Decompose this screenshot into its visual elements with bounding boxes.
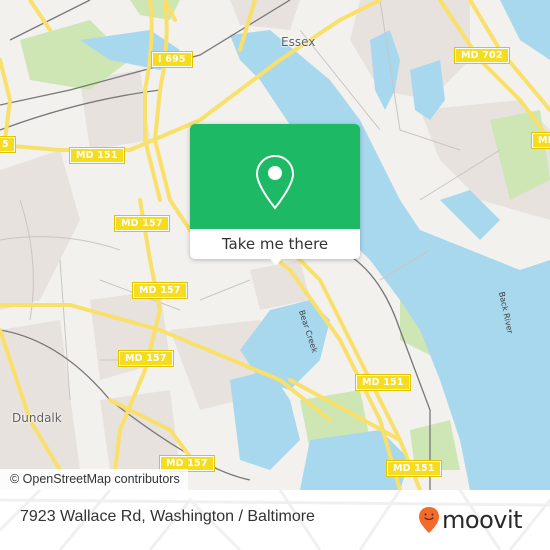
map-attribution[interactable]: © OpenStreetMap contributors [0, 469, 188, 490]
place-label-dundalk: Dundalk [12, 411, 62, 425]
moovit-wordmark: moovit [442, 506, 523, 534]
map-view[interactable]: I 695 MD 151 MD 702 MD 157 MD 157 MD 157… [0, 0, 550, 490]
road-label-md-edge: MD [531, 132, 550, 149]
take-me-there-button[interactable]: Take me there [190, 229, 360, 259]
moovit-logo[interactable]: moovit [418, 504, 523, 536]
road-label-md157: MD 157 [118, 350, 174, 367]
road-label-i695: I 695 [151, 51, 193, 68]
road-label-md702: MD 702 [454, 47, 510, 64]
address-text: 7923 Wallace Rd, Washington / Baltimore [20, 508, 315, 525]
location-pin-icon [255, 154, 295, 210]
place-label-essex: Essex [281, 35, 316, 49]
popup-pointer [268, 257, 284, 265]
road-label-left-edge: 5 [0, 136, 16, 153]
footer-bar: 7923 Wallace Rd, Washington / Baltimore … [0, 490, 550, 550]
popup-header[interactable] [190, 124, 360, 229]
road-label-md151: MD 151 [69, 147, 125, 164]
road-label-md157: MD 157 [114, 215, 170, 232]
road-label-md151: MD 151 [355, 374, 411, 391]
road-label-md157: MD 157 [132, 282, 188, 299]
road-label-md151: MD 151 [386, 460, 442, 477]
moovit-pin-icon [419, 507, 439, 533]
location-popup[interactable]: Take me there [190, 124, 360, 265]
